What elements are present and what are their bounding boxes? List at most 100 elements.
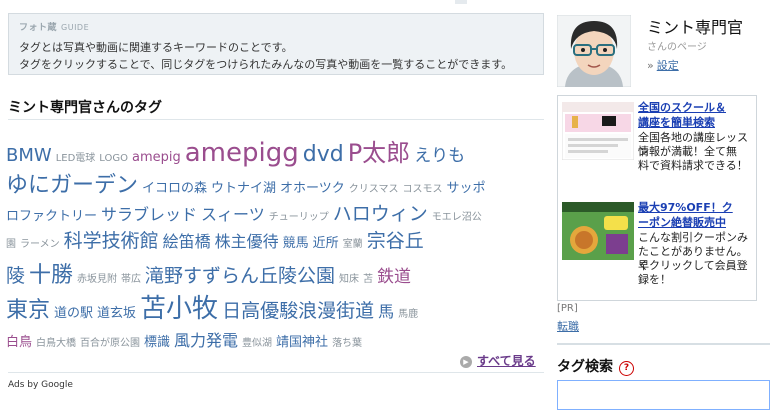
tag-link[interactable]: 百合が原公園	[80, 338, 140, 349]
tag-link[interactable]: amepigg	[185, 138, 299, 168]
tag-link[interactable]: LED電球	[56, 153, 96, 164]
guide-box: フォト蔵 GUIDE タグとは写真や動画に関連するキーワードのことです。 タグをク…	[8, 13, 544, 75]
tag-link[interactable]: 十勝	[29, 263, 73, 288]
tag-link[interactable]: サッポ	[447, 181, 486, 196]
tag-link[interactable]: 靖国神社	[276, 335, 328, 350]
tag-link[interactable]: 科学技術館	[64, 230, 159, 252]
tag-link[interactable]: dvd	[303, 142, 344, 167]
tag-link[interactable]: 苫	[363, 274, 373, 285]
ad-1-title-line-1[interactable]: 全国のスクール＆	[638, 100, 726, 115]
ads-by-google-label: Ads by Google	[8, 380, 73, 390]
user-name: ミント専門官	[647, 18, 744, 37]
tag-row: ロファクトリー サラブレッド スィーツ チューリップ ハロウィン モエレ沼公	[6, 199, 486, 226]
guide-line-2: タグをクリックすることで、同じタグをつけられたみんなの写真や動画を一覧することが…	[19, 58, 513, 71]
tag-link[interactable]: チューリップ	[269, 212, 329, 223]
tag-link[interactable]: 落ち葉	[332, 338, 362, 349]
tag-link[interactable]: ロファクトリー	[6, 209, 97, 224]
tag-link[interactable]: 豊似湖	[242, 338, 272, 349]
tag-link[interactable]: 知床	[339, 274, 359, 285]
tag-link[interactable]: オホーツク	[280, 181, 345, 196]
ad-2-body-3: くクリックして会員登	[638, 259, 748, 272]
tag-row: ゆにガーデン イコロの森 ウトナイ湖 オホーツク クリスマス コスモス サッポ	[6, 167, 490, 199]
tag-row: 東京 道の駅 道玄坂 苫小牧 日高優駿浪漫街道馬馬鹿	[6, 288, 422, 325]
ad-2-title-line-1[interactable]: 最大97%OFF！ク	[638, 200, 733, 215]
tag-link[interactable]: 陵	[6, 265, 25, 287]
tag-link[interactable]: サラブレッド	[101, 205, 197, 224]
tag-link[interactable]: モエレ沼公	[432, 212, 482, 223]
ad-box: 全国のスクール＆ 講座を簡単検索 全国各地の講座レッスン 情報が満載！全て無 料…	[557, 95, 757, 301]
tag-link[interactable]: 宗谷丘	[367, 230, 424, 252]
tag-link[interactable]: 近所	[313, 236, 339, 251]
tag-row: 白鳥 白鳥大橋 百合が原公園 標識 風力発電 豊似湖 靖国神社 落ち葉	[6, 327, 366, 351]
tag-link[interactable]: BMW	[6, 145, 52, 166]
settings-link[interactable]: 設定	[657, 59, 679, 72]
chevron-right-icon: »	[647, 59, 654, 72]
tag-link[interactable]: 道玄坂	[97, 306, 136, 321]
pr-label: [PR]	[557, 303, 578, 314]
tag-link[interactable]: P太郎	[348, 139, 410, 167]
tag-link[interactable]: イコロの森	[142, 181, 207, 196]
ad-2-body-1: こんな割引クーポンみ	[638, 231, 748, 244]
tag-link[interactable]: クリスマス	[349, 184, 399, 195]
ad-1-body-3: 料で資料請求できる！	[638, 159, 748, 172]
play-arrow-icon: ▶	[460, 356, 472, 368]
tag-link[interactable]: 園	[6, 239, 16, 250]
bottom-divider	[8, 372, 544, 373]
tag-search-input[interactable]	[557, 380, 770, 410]
tag-link[interactable]: コスモス	[403, 184, 443, 195]
tag-link[interactable]: 白鳥	[6, 335, 32, 350]
tag-link[interactable]: ハロウィン	[333, 203, 428, 225]
top-bar	[0, 0, 770, 6]
tag-link[interactable]: 苫小牧	[140, 294, 218, 324]
tag-link[interactable]: 競馬	[283, 236, 309, 251]
ad-1-thumbnail[interactable]	[562, 102, 634, 160]
tag-link[interactable]: 滝野すずらん丘陵公園	[145, 265, 335, 287]
tag-link[interactable]: 標識	[144, 335, 170, 350]
settings-link-row: » 設定	[647, 57, 679, 73]
tag-link[interactable]: 風力発電	[174, 331, 238, 350]
tag-link[interactable]: ウトナイ湖	[211, 181, 276, 196]
guide-subtitle: GUIDE	[61, 23, 90, 32]
ad-2-thumbnail[interactable]	[562, 202, 634, 260]
ad-1-title-line-2[interactable]: 講座を簡単検索	[638, 115, 715, 130]
tag-link[interactable]: 日高優駿浪漫街道	[222, 300, 374, 322]
tag-link[interactable]: ゆにガーデン	[6, 173, 138, 198]
tag-link[interactable]: LOGO	[99, 153, 128, 164]
tag-row: 陵十勝 赤坂見附 帯広 滝野すずらん丘陵公園 知床苫鉄道	[6, 257, 415, 289]
tag-link[interactable]: 東京	[6, 298, 50, 323]
ad-2-body-4: 録を！	[638, 273, 671, 286]
ad-1-body-2: 情報が満載！全て無	[638, 145, 737, 158]
ad-2-title-line-2[interactable]: ーポン絶替販売中	[638, 215, 726, 230]
see-all-label: すべて見る	[477, 354, 536, 368]
tag-link[interactable]: えりも	[414, 146, 465, 166]
pr-link[interactable]: 転職	[557, 318, 579, 334]
guide-title: フォト蔵 GUIDE	[19, 20, 89, 33]
guide-logo-text: フォト蔵	[19, 23, 58, 33]
user-page-label: さんのページ	[647, 42, 707, 53]
tag-link[interactable]: 馬	[378, 302, 394, 321]
help-icon[interactable]: ?	[619, 361, 634, 376]
tag-search-label: タグ検索	[557, 359, 613, 375]
tag-link[interactable]: 道の駅	[54, 306, 93, 321]
tag-search-title: タグ検索?	[557, 356, 634, 376]
tag-link[interactable]: 赤坂見附	[77, 274, 117, 285]
tag-link[interactable]: 室蘭	[343, 239, 363, 250]
tag-link[interactable]: 株主優待	[215, 232, 279, 251]
tag-row: 園ラーメン 科学技術館 絵笛橋 株主優待 競馬 近所 室蘭 宗谷丘	[6, 226, 428, 253]
tag-link[interactable]: 鉄道	[377, 267, 411, 287]
see-all-link[interactable]: ▶ すべて見る	[460, 352, 536, 369]
tag-link[interactable]: ラーメン	[20, 239, 60, 250]
user-avatar[interactable]	[557, 15, 631, 87]
tag-link[interactable]: 白鳥大橋	[36, 338, 76, 349]
sidebar-divider	[557, 343, 770, 345]
top-tab-marker	[455, 0, 467, 4]
tag-link[interactable]: 帯広	[121, 274, 141, 285]
tag-link[interactable]: スィーツ	[201, 205, 265, 224]
tag-link[interactable]: 絵笛橋	[163, 232, 211, 251]
tag-link[interactable]: amepig	[132, 150, 181, 165]
tag-row: BMW LED電球 LOGO amepig amepigg dvd P太郎 えりも	[6, 133, 469, 168]
section-divider	[8, 119, 544, 120]
guide-line-1: タグとは写真や動画に関連するキーワードのことです。	[19, 41, 293, 54]
tags-section-title: ミント専門官さんのタグ	[8, 100, 162, 116]
tag-link[interactable]: 馬鹿	[398, 309, 418, 320]
